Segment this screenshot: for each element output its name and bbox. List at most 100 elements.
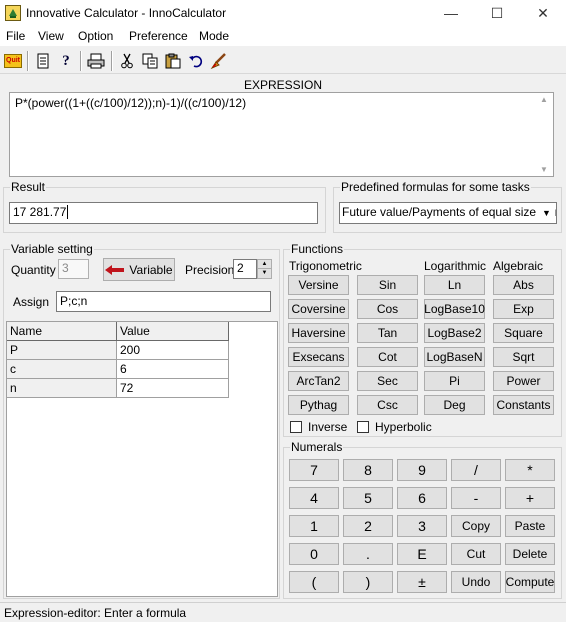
- table-row-value[interactable]: 72: [117, 379, 229, 398]
- key-decimal-point-button[interactable]: .: [343, 543, 393, 565]
- hyperbolic-label: Hyperbolic: [375, 420, 432, 434]
- predefined-select[interactable]: Future value/Payments of equal size FVn …: [339, 202, 557, 224]
- key-delete-button[interactable]: Delete: [505, 543, 555, 565]
- expression-scrollbar[interactable]: ▲ ▼: [536, 93, 553, 176]
- key-open-paren-button[interactable]: (: [289, 571, 339, 593]
- menu-view[interactable]: View: [38, 27, 64, 46]
- key-e-button[interactable]: E: [397, 543, 447, 565]
- hyperbolic-checkbox[interactable]: [357, 421, 369, 433]
- assign-field[interactable]: P;c;n: [56, 291, 271, 312]
- print-button[interactable]: [85, 50, 107, 72]
- table-row-value[interactable]: 6: [117, 360, 229, 379]
- key-1-button[interactable]: 1: [289, 515, 339, 537]
- key-copy-button[interactable]: Copy: [451, 515, 501, 537]
- function-button-power[interactable]: Power: [493, 371, 554, 391]
- function-button-arctan2[interactable]: ArcTan2: [288, 371, 349, 391]
- clear-button[interactable]: [208, 50, 230, 72]
- result-field[interactable]: 17 281.77: [9, 202, 318, 224]
- scroll-down-icon[interactable]: ▼: [540, 165, 548, 174]
- function-button-versine[interactable]: Versine: [288, 275, 349, 295]
- key-5-button[interactable]: 5: [343, 487, 393, 509]
- result-value: 17 281.77: [13, 205, 67, 219]
- copy-button[interactable]: [139, 50, 161, 72]
- function-button-sec[interactable]: Sec: [357, 371, 418, 391]
- function-button-ln[interactable]: Ln: [424, 275, 485, 295]
- inverse-checkbox[interactable]: [290, 421, 302, 433]
- scroll-up-icon[interactable]: ▲: [540, 95, 548, 104]
- function-button-csc[interactable]: Csc: [357, 395, 418, 415]
- properties-icon: [37, 53, 49, 69]
- table-row-name[interactable]: n: [7, 379, 117, 398]
- table-row-value[interactable]: 200: [117, 341, 229, 360]
- clear-icon: [210, 53, 226, 70]
- properties-button[interactable]: [32, 50, 54, 72]
- spinner-up-icon[interactable]: ▲: [258, 260, 271, 269]
- paste-button[interactable]: [162, 50, 184, 72]
- help-button[interactable]: ?: [55, 50, 77, 72]
- key-cut-button[interactable]: Cut: [451, 543, 501, 565]
- predefined-label: Predefined formulas for some tasks: [340, 180, 531, 194]
- key-3-button[interactable]: 3: [397, 515, 447, 537]
- cut-button[interactable]: [116, 50, 138, 72]
- key-close-paren-button[interactable]: ): [343, 571, 393, 593]
- function-button-exp[interactable]: Exp: [493, 299, 554, 319]
- key-4-button[interactable]: 4: [289, 487, 339, 509]
- function-button-constants[interactable]: Constants: [493, 395, 554, 415]
- menu-mode[interactable]: Mode: [199, 27, 229, 46]
- table-row-name[interactable]: P: [7, 341, 117, 360]
- variable-table[interactable]: Name Value P 200 c 6 n 72: [6, 321, 278, 597]
- key-plus-button[interactable]: +: [505, 487, 555, 509]
- maximize-button[interactable]: ☐: [474, 0, 520, 27]
- function-button-deg[interactable]: Deg: [424, 395, 485, 415]
- table-row-name[interactable]: c: [7, 360, 117, 379]
- function-button-coversine[interactable]: Coversine: [288, 299, 349, 319]
- key-0-button[interactable]: 0: [289, 543, 339, 565]
- close-button[interactable]: ✕: [520, 0, 566, 27]
- variable-button[interactable]: Variable: [103, 258, 175, 281]
- chevron-down-icon[interactable]: ▼: [538, 204, 555, 222]
- function-button-sqrt[interactable]: Sqrt: [493, 347, 554, 367]
- title-bar: Innovative Calculator - InnoCalculator —…: [0, 0, 566, 27]
- key-minus-button[interactable]: -: [451, 487, 501, 509]
- status-bar: Expression-editor: Enter a formula: [0, 602, 566, 622]
- key-multiply-button[interactable]: *: [505, 459, 555, 481]
- precision-field[interactable]: 2: [233, 259, 257, 279]
- key-plus-minus-button[interactable]: ±: [397, 571, 447, 593]
- column-header-value[interactable]: Value: [117, 322, 229, 341]
- function-button-cos[interactable]: Cos: [357, 299, 418, 319]
- function-button-cot[interactable]: Cot: [357, 347, 418, 367]
- inverse-label: Inverse: [308, 420, 348, 434]
- precision-spinner[interactable]: ▲ ▼: [257, 259, 272, 279]
- menu-preference[interactable]: Preference: [129, 27, 188, 46]
- function-button-tan[interactable]: Tan: [357, 323, 418, 343]
- quit-button[interactable]: Quit: [2, 50, 24, 72]
- function-button-abs[interactable]: Abs: [493, 275, 554, 295]
- menu-option[interactable]: Option: [78, 27, 113, 46]
- function-button-logbasen[interactable]: LogBaseN: [424, 347, 485, 367]
- menu-file[interactable]: File: [6, 27, 25, 46]
- function-button-haversine[interactable]: Haversine: [288, 323, 349, 343]
- function-button-logbase10[interactable]: LogBase10: [424, 299, 485, 319]
- assign-label: Assign: [13, 295, 50, 309]
- function-button-square[interactable]: Square: [493, 323, 554, 343]
- function-button-sin[interactable]: Sin: [357, 275, 418, 295]
- function-button-pi[interactable]: Pi: [424, 371, 485, 391]
- column-header-name[interactable]: Name: [7, 322, 117, 341]
- function-button-exsecans[interactable]: Exsecans: [288, 347, 349, 367]
- function-button-pythag[interactable]: Pythag: [288, 395, 349, 415]
- key-6-button[interactable]: 6: [397, 487, 447, 509]
- expression-editor[interactable]: P*(power((1+((c/100)/12));n)-1)/((c/100)…: [9, 92, 554, 177]
- undo-button[interactable]: [185, 50, 207, 72]
- key-9-button[interactable]: 9: [397, 459, 447, 481]
- function-button-logbase2[interactable]: LogBase2: [424, 323, 485, 343]
- key-2-button[interactable]: 2: [343, 515, 393, 537]
- key-compute-button[interactable]: Compute: [505, 571, 555, 593]
- spinner-down-icon[interactable]: ▼: [258, 269, 271, 278]
- key-divide-button[interactable]: /: [451, 459, 501, 481]
- minimize-button[interactable]: —: [428, 0, 474, 27]
- key-7-button[interactable]: 7: [289, 459, 339, 481]
- quit-icon: Quit: [4, 54, 22, 68]
- key-paste-button[interactable]: Paste: [505, 515, 555, 537]
- key-8-button[interactable]: 8: [343, 459, 393, 481]
- key-undo-button[interactable]: Undo: [451, 571, 501, 593]
